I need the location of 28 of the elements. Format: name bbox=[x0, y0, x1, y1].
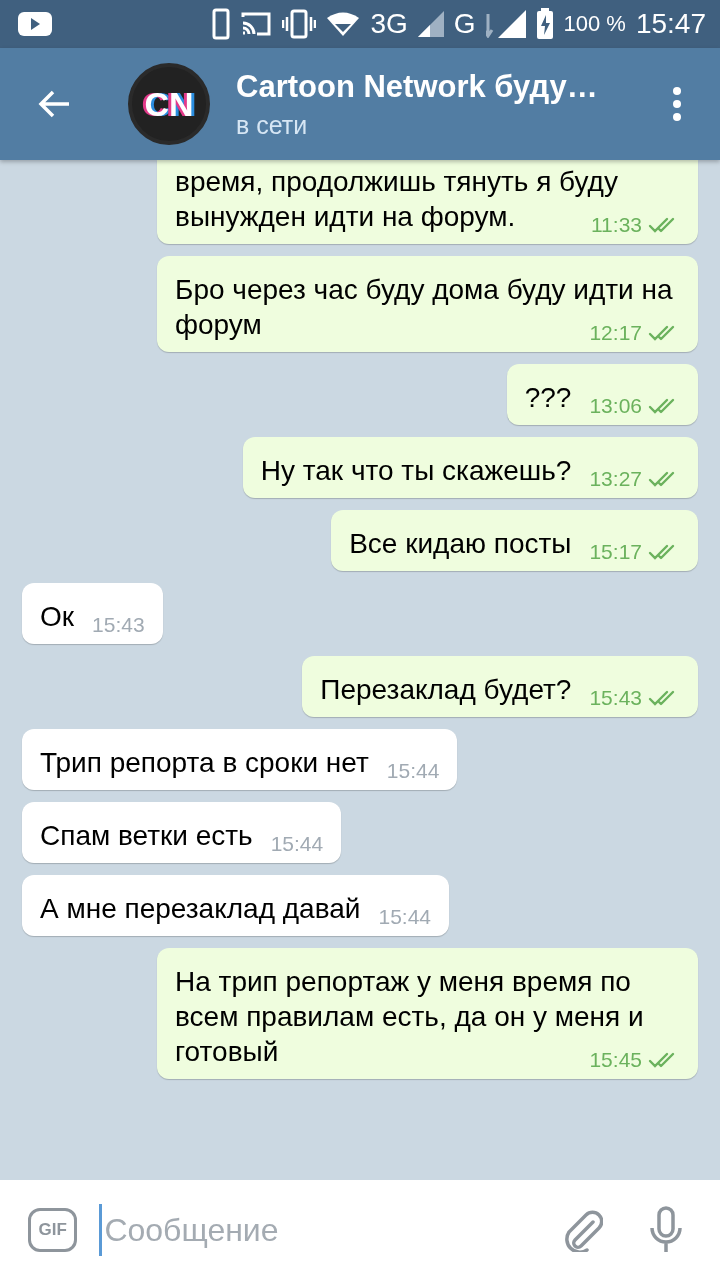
outgoing-message: На трип репортаж у меня время по всем правилам есть, да он у меня и готовый 15:45 bbox=[157, 948, 698, 1079]
clock: 15:47 bbox=[635, 8, 706, 40]
incoming-message: Спам ветки есть 15:44 bbox=[22, 802, 342, 863]
online-status: в сети bbox=[236, 110, 309, 140]
incoming-message: Трип репорта в сроки нет 15:44 bbox=[22, 729, 458, 790]
signal-icon bbox=[485, 10, 526, 38]
incoming-message: А мне перезаклад давай 15:44 bbox=[22, 875, 450, 936]
wifi-icon bbox=[326, 11, 361, 37]
signal-icon bbox=[417, 11, 444, 37]
outgoing-message: Бро через час буду дома буду идти на форум 12:17 bbox=[157, 256, 698, 352]
outgoing-message: Ну так что ты скажешь? 13:27 bbox=[242, 437, 698, 498]
outgoing-message: Перезаклад будет? 15:43 bbox=[302, 656, 698, 717]
menu-icon bbox=[673, 87, 681, 121]
avatar[interactable]: CN bbox=[128, 63, 210, 145]
battery-percent: 100 % bbox=[563, 11, 626, 37]
battery-icon bbox=[535, 8, 554, 40]
play-icon bbox=[18, 12, 52, 36]
outgoing-message: время, продолжишь тянуть я буду вынужден идти на форум. 11:33 bbox=[157, 160, 698, 244]
incoming-message: Ок 15:43 bbox=[22, 583, 163, 644]
phone-icon bbox=[212, 8, 231, 40]
back-icon bbox=[37, 89, 71, 119]
cast-icon bbox=[240, 11, 273, 37]
outgoing-message: ??? 13:06 bbox=[506, 364, 698, 425]
vibrate-icon bbox=[282, 9, 317, 39]
outgoing-message: Все кидаю посты 15:17 bbox=[331, 510, 698, 571]
chat-title: Cartoon Network буду… bbox=[236, 68, 599, 105]
network-type: 3G bbox=[370, 8, 408, 40]
network-type: G bbox=[453, 8, 476, 40]
